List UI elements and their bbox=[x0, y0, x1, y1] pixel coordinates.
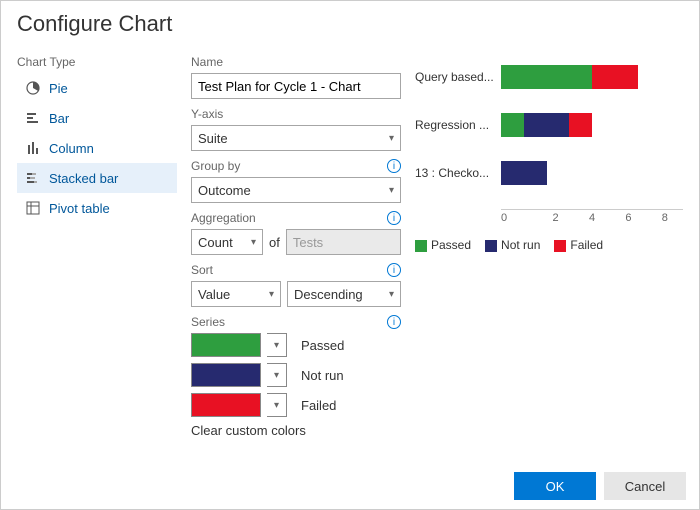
chart-type-label: Stacked bar bbox=[49, 171, 118, 186]
stacked-bar-icon bbox=[25, 170, 41, 186]
chart-type-stacked-bar[interactable]: Stacked bar bbox=[17, 163, 177, 193]
sortdir-value: Descending bbox=[294, 287, 363, 302]
yaxis-value: Suite bbox=[198, 131, 228, 146]
bar-segment bbox=[501, 113, 524, 137]
sortdir-select[interactable]: Descending ▾ bbox=[287, 281, 401, 307]
legend-item: Passed bbox=[415, 238, 471, 252]
chevron-down-icon: ▾ bbox=[251, 237, 256, 248]
info-icon[interactable]: i bbox=[387, 211, 401, 225]
chart-type-label: Chart Type bbox=[17, 55, 177, 69]
chevron-down-icon: ▾ bbox=[274, 370, 279, 381]
category-label: Regression ... bbox=[415, 118, 501, 132]
chart-type-pivot-table[interactable]: Pivot table bbox=[17, 193, 177, 223]
name-label: Name bbox=[191, 55, 401, 69]
aggregation-field-value: Tests bbox=[293, 235, 323, 250]
aggregation-field-select: Tests bbox=[286, 229, 401, 255]
info-icon[interactable]: i bbox=[387, 159, 401, 173]
series-row-failed: ▾ Failed bbox=[191, 393, 401, 417]
aggregation-label: Aggregation bbox=[191, 211, 256, 225]
color-swatch bbox=[191, 333, 261, 357]
color-picker[interactable]: ▾ bbox=[267, 393, 287, 417]
chart-bar-row: Regression ... bbox=[415, 113, 683, 137]
axis-tick: 0 bbox=[501, 212, 537, 224]
color-swatch bbox=[191, 363, 261, 387]
pie-icon bbox=[25, 80, 41, 96]
series-label: Series bbox=[191, 315, 225, 329]
legend-swatch bbox=[554, 240, 566, 252]
aggregation-of: of bbox=[269, 235, 280, 250]
bar-segment bbox=[569, 113, 592, 137]
chevron-down-icon: ▾ bbox=[274, 400, 279, 411]
yaxis-select[interactable]: Suite ▾ bbox=[191, 125, 401, 151]
chart-bar-row: Query based... bbox=[415, 65, 683, 89]
chevron-down-icon: ▾ bbox=[389, 289, 394, 300]
category-label: Query based... bbox=[415, 70, 501, 84]
axis-tick: 4 bbox=[574, 212, 610, 224]
legend-item: Not run bbox=[485, 238, 540, 252]
x-axis: 02468 bbox=[501, 209, 683, 222]
chart-type-list: Pie Bar Column Stacked bar Pivot table bbox=[17, 73, 177, 223]
sort-label: Sort bbox=[191, 263, 213, 277]
legend-swatch bbox=[485, 240, 497, 252]
series-label: Passed bbox=[301, 338, 344, 353]
column-icon bbox=[25, 140, 41, 156]
series-label: Not run bbox=[301, 368, 344, 383]
axis-tick: 6 bbox=[610, 212, 646, 224]
chart-type-pie[interactable]: Pie bbox=[17, 73, 177, 103]
yaxis-label: Y-axis bbox=[191, 107, 401, 121]
legend-swatch bbox=[415, 240, 427, 252]
name-input[interactable] bbox=[191, 73, 401, 99]
chart-type-label: Column bbox=[49, 141, 94, 156]
chart-type-label: Bar bbox=[49, 111, 69, 126]
chart-type-bar[interactable]: Bar bbox=[17, 103, 177, 133]
info-icon[interactable]: i bbox=[387, 315, 401, 329]
bar-segment bbox=[501, 161, 547, 185]
chevron-down-icon: ▾ bbox=[274, 340, 279, 351]
chart-legend: Passed Not run Failed bbox=[415, 238, 683, 252]
cancel-button[interactable]: Cancel bbox=[604, 472, 686, 500]
bar-icon bbox=[25, 110, 41, 126]
axis-tick: 8 bbox=[647, 212, 683, 224]
series-label: Failed bbox=[301, 398, 336, 413]
bar-segment bbox=[501, 65, 592, 89]
bar-segment bbox=[592, 65, 638, 89]
aggregation-value: Count bbox=[198, 235, 233, 250]
chevron-down-icon: ▾ bbox=[389, 133, 394, 144]
chart-type-column[interactable]: Column bbox=[17, 133, 177, 163]
dialog-title: Configure Chart bbox=[17, 11, 683, 37]
legend-item: Failed bbox=[554, 238, 603, 252]
sortby-select[interactable]: Value ▾ bbox=[191, 281, 281, 307]
groupby-select[interactable]: Outcome ▾ bbox=[191, 177, 401, 203]
pivot-table-icon bbox=[25, 200, 41, 216]
ok-button[interactable]: OK bbox=[514, 472, 596, 500]
sortby-value: Value bbox=[198, 287, 230, 302]
chart-type-label: Pie bbox=[49, 81, 68, 96]
color-swatch bbox=[191, 393, 261, 417]
info-icon[interactable]: i bbox=[387, 263, 401, 277]
category-label: 13 : Checko... bbox=[415, 166, 501, 180]
series-row-not-run: ▾ Not run bbox=[191, 363, 401, 387]
chart-type-label: Pivot table bbox=[49, 201, 110, 216]
chart-bar-row: 13 : Checko... bbox=[415, 161, 683, 185]
groupby-value: Outcome bbox=[198, 183, 251, 198]
series-list: ▾ Passed ▾ Not run ▾ Failed bbox=[191, 333, 401, 417]
bar-segment bbox=[524, 113, 570, 137]
aggregation-select[interactable]: Count ▾ bbox=[191, 229, 263, 255]
chart-preview: Query based... Regression ... 13 : Checko.… bbox=[415, 65, 683, 252]
axis-tick: 2 bbox=[537, 212, 573, 224]
color-picker[interactable]: ▾ bbox=[267, 333, 287, 357]
clear-colors-link[interactable]: Clear custom colors bbox=[191, 423, 401, 438]
groupby-label: Group by bbox=[191, 159, 240, 173]
color-picker[interactable]: ▾ bbox=[267, 363, 287, 387]
chevron-down-icon: ▾ bbox=[389, 185, 394, 196]
series-row-passed: ▾ Passed bbox=[191, 333, 401, 357]
chevron-down-icon: ▾ bbox=[269, 289, 274, 300]
